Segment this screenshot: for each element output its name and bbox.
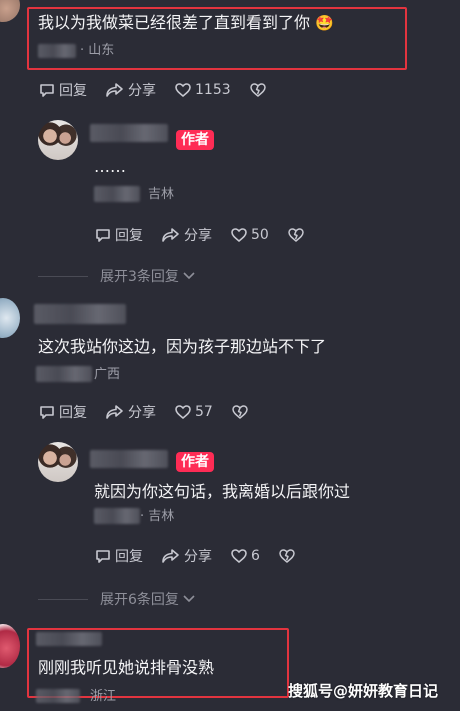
comment-location: · 山东 <box>80 43 115 58</box>
share-button[interactable]: 分享 <box>105 402 156 422</box>
dislike-button[interactable] <box>278 547 299 565</box>
broken-heart-icon <box>249 83 266 97</box>
blurred-timestamp <box>36 366 92 382</box>
avatar[interactable] <box>0 624 20 668</box>
reply-actions: 回复 分享 6 <box>94 546 317 566</box>
heart-icon <box>231 228 247 243</box>
blurred-timestamp <box>94 508 140 524</box>
share-icon <box>162 228 179 242</box>
broken-heart-icon <box>232 405 248 419</box>
expand-replies-button[interactable]: 展开3条回复 <box>38 266 197 286</box>
divider <box>38 275 88 277</box>
blurred-timestamp <box>36 689 80 703</box>
avatar[interactable] <box>0 0 20 22</box>
reply-icon <box>96 550 110 563</box>
chevron-down-icon <box>183 595 195 603</box>
reply-button[interactable]: 回复 <box>94 225 143 245</box>
broken-heart-icon <box>279 549 295 563</box>
chevron-down-icon <box>183 272 195 280</box>
expand-replies-button[interactable]: 展开6条回复 <box>38 589 197 609</box>
reply-text: 就因为你这句话，我离婚以后跟你过 <box>94 482 351 501</box>
share-button[interactable]: 分享 <box>161 546 212 566</box>
blurred-username <box>34 304 126 324</box>
blurred-username <box>90 124 168 142</box>
blurred-username <box>36 632 102 646</box>
dislike-button[interactable] <box>231 403 252 421</box>
share-button[interactable]: 分享 <box>161 225 212 245</box>
comment-actions: 回复 分享 1153 <box>38 80 288 100</box>
comment-text: 刚刚我听见她说排骨没熟 <box>38 658 215 677</box>
blurred-username <box>90 450 168 468</box>
divider <box>38 598 88 600</box>
reply-location: 吉林 <box>148 187 175 202</box>
comment-location: 浙江 <box>90 689 117 704</box>
author-badge: 作者 <box>176 130 214 150</box>
heart-icon <box>175 83 191 98</box>
comment-location: 广西 <box>94 367 121 382</box>
dislike-button[interactable] <box>249 81 270 99</box>
reply-text: …… <box>94 157 126 176</box>
reply-button[interactable]: 回复 <box>38 80 87 100</box>
author-badge: 作者 <box>176 452 214 472</box>
like-button[interactable]: 50 <box>230 226 269 244</box>
reply-icon <box>40 84 54 97</box>
reply-icon <box>40 406 54 419</box>
blurred-timestamp <box>94 186 140 202</box>
reply-button[interactable]: 回复 <box>38 402 87 422</box>
reply-button[interactable]: 回复 <box>94 546 143 566</box>
like-button[interactable]: 57 <box>174 403 213 421</box>
author-avatar[interactable] <box>38 120 78 160</box>
dislike-button[interactable] <box>287 226 308 244</box>
reply-icon <box>96 229 110 242</box>
broken-heart-icon <box>288 228 304 242</box>
like-button[interactable]: 6 <box>230 547 260 565</box>
share-icon <box>162 549 179 563</box>
avatar[interactable] <box>0 298 20 338</box>
blurred-timestamp <box>38 44 76 58</box>
comment-text: 我以为我做菜已经很差了直到看到了你 🤩 <box>38 13 334 32</box>
reply-location: · 吉林 <box>140 509 175 524</box>
like-button[interactable]: 1153 <box>174 81 231 99</box>
star-struck-emoji-icon: 🤩 <box>315 14 334 32</box>
heart-icon <box>231 549 247 564</box>
share-icon <box>106 83 123 97</box>
author-avatar[interactable] <box>38 442 78 482</box>
share-icon <box>106 405 123 419</box>
comment-actions: 回复 分享 57 <box>38 402 270 422</box>
reply-actions: 回复 分享 50 <box>94 225 326 245</box>
watermark: 搜狐号@妍妍教育日记 <box>288 682 439 700</box>
share-button[interactable]: 分享 <box>105 80 156 100</box>
comment-text: 这次我站你这边，因为孩子那边站不下了 <box>38 337 327 356</box>
heart-icon <box>175 405 191 420</box>
